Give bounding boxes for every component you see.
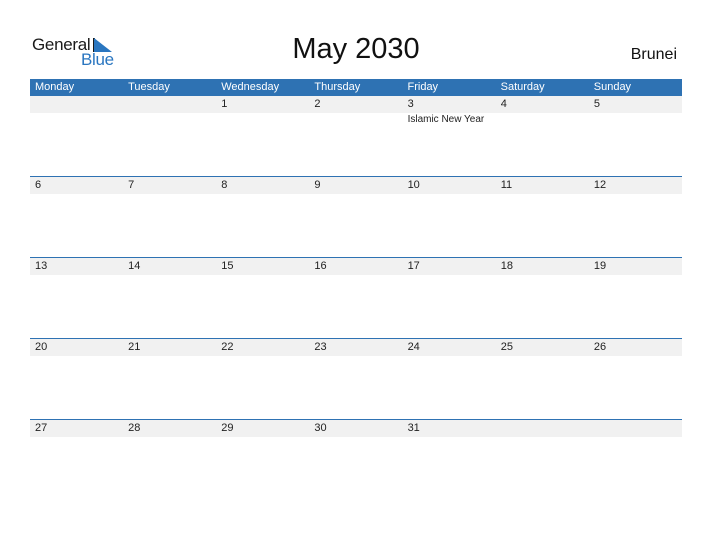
day-cell: 20 [30,339,123,420]
day-number: 6 [35,179,42,191]
day-cell [30,96,123,177]
day-cell: 21 [123,339,216,420]
day-cell: 17 [403,258,496,339]
day-number: 29 [221,422,234,434]
weekday-thursday: Thursday [314,81,361,93]
day-number: 3 [407,98,414,110]
day-cell: 14 [123,258,216,339]
weekday-sunday: Sunday [593,81,632,93]
weekday-tuesday: Tuesday [128,81,170,93]
day-cell: 1 [216,96,309,177]
day-cell: 30 [309,420,402,501]
day-cell: 27 [30,420,123,501]
day-cell [589,420,682,501]
day-cell: 11 [496,177,589,258]
day-number: 1 [221,98,228,110]
day-cell: 8 [216,177,309,258]
day-cell: 4 [496,96,589,177]
week-row: 13 14 15 16 17 18 19 [30,257,682,339]
day-cell: 26 [589,339,682,420]
day-number: 11 [500,179,513,191]
day-number: 8 [221,179,228,191]
calendar-title: May 2030 [292,33,420,65]
day-cell: 9 [309,177,402,258]
day-cell: 12 [589,177,682,258]
day-number: 10 [407,179,420,191]
day-number: 25 [500,341,513,353]
day-cell: 23 [309,339,402,420]
day-number: 24 [407,341,420,353]
day-number: 22 [221,341,234,353]
day-cell: 18 [496,258,589,339]
day-cell: 29 [216,420,309,501]
country-label: Brunei [630,46,677,63]
day-cell [496,420,589,501]
day-cell: 2 [309,96,402,177]
day-number: 30 [314,422,327,434]
day-cell: 13 [30,258,123,339]
day-number: 21 [128,341,141,353]
day-number: 18 [500,260,513,272]
day-number: 14 [128,260,141,272]
day-number: 13 [35,260,48,272]
day-cell [123,96,216,177]
day-number: 5 [593,98,600,110]
weekday-monday: Monday [35,81,75,93]
day-number: 12 [593,179,607,191]
day-cell: 15 [216,258,309,339]
day-number: 20 [35,341,48,353]
day-cell: 22 [216,339,309,420]
day-number: 16 [314,260,327,272]
day-cell: 7 [123,177,216,258]
week-row: 6 7 8 9 10 11 12 [30,176,682,258]
day-number: 9 [314,179,321,191]
day-number: 17 [407,260,420,272]
day-number: 2 [314,98,321,110]
day-cell: 3 Islamic New Year [403,96,496,177]
day-cell: 31 [403,420,496,501]
day-number: 19 [593,260,607,272]
day-cell: 16 [309,258,402,339]
weekday-friday: Friday [407,81,439,93]
day-cell: 6 [30,177,123,258]
week-row: 27 28 29 30 31 [30,419,682,501]
day-cell: 5 [589,96,682,177]
weekday-saturday: Saturday [500,81,545,93]
week-row: 1 2 3 Islamic New Year 4 5 [30,96,682,177]
week-row: 20 21 22 23 24 25 26 [30,338,682,420]
weekday-wednesday: Wednesday [221,81,280,93]
day-number: 28 [128,422,141,434]
day-cell: 10 [403,177,496,258]
day-cell: 24 [403,339,496,420]
day-cell: 19 [589,258,682,339]
day-cell: 28 [123,420,216,501]
weekday-header: Monday Tuesday Wednesday Thursday Friday… [30,79,682,96]
day-number: 15 [221,260,234,272]
day-number: 31 [407,422,420,434]
day-number: 7 [128,179,135,191]
day-number: 26 [593,341,607,353]
day-number: 23 [314,341,327,353]
day-cell: 25 [496,339,589,420]
day-number: 4 [500,98,507,110]
day-number: 27 [35,422,48,434]
holiday-label: Islamic New Year [407,114,485,125]
